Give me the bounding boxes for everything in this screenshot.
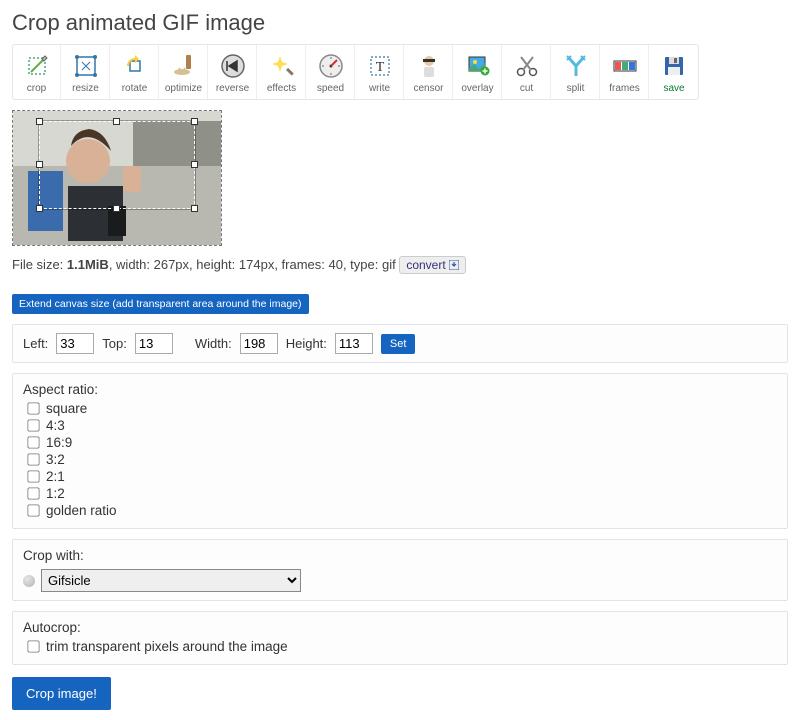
resize-handle-nw[interactable] <box>36 118 43 125</box>
crop-image-button[interactable]: Crop image! <box>12 677 111 710</box>
effects-icon <box>267 51 297 81</box>
tool-label: split <box>567 83 585 94</box>
dimensions-panel: Left: Top: Width: Height: Set <box>12 324 788 363</box>
convert-button[interactable]: convert <box>399 256 465 274</box>
tool-label: censor <box>413 83 443 94</box>
rotate-icon <box>120 51 150 81</box>
tool-label: save <box>663 83 684 94</box>
tool-label: speed <box>317 83 344 94</box>
height-label: Height: <box>286 336 327 351</box>
left-input[interactable] <box>56 333 94 354</box>
tool-overlay[interactable]: overlay <box>454 45 502 99</box>
save-icon <box>659 51 689 81</box>
aspect-checkbox-0[interactable] <box>27 402 39 414</box>
resize-handle-sw[interactable] <box>36 205 43 212</box>
preview-image[interactable] <box>12 110 222 246</box>
top-label: Top: <box>102 336 127 351</box>
tool-censor[interactable]: censor <box>405 45 453 99</box>
cut-icon <box>512 51 542 81</box>
cropwith-title: Crop with: <box>23 548 777 563</box>
resize-handle-w[interactable] <box>36 161 43 168</box>
tool-label: crop <box>27 83 46 94</box>
tool-save[interactable]: save <box>650 45 698 99</box>
download-icon <box>449 260 459 270</box>
tool-label: resize <box>72 83 99 94</box>
aspect-checkbox-6[interactable] <box>27 504 39 516</box>
aspect-label: 16:9 <box>46 435 72 450</box>
autocrop-label: trim transparent pixels around the image <box>46 639 288 654</box>
tool-label: write <box>369 83 390 94</box>
resize-handle-ne[interactable] <box>191 118 198 125</box>
crop-icon <box>22 51 52 81</box>
width-input[interactable] <box>240 333 278 354</box>
file-size: 1.1MiB <box>67 257 109 272</box>
left-label: Left: <box>23 336 48 351</box>
frames-icon <box>610 51 640 81</box>
svg-text:T: T <box>375 60 384 75</box>
tool-effects[interactable]: effects <box>258 45 306 99</box>
tool-speed[interactable]: speed <box>307 45 355 99</box>
tool-label: frames <box>609 83 640 94</box>
tool-optimize[interactable]: optimize <box>160 45 208 99</box>
resize-icon <box>71 51 101 81</box>
reverse-icon <box>218 51 248 81</box>
aspect-label: golden ratio <box>46 503 117 518</box>
tool-label: cut <box>520 83 533 94</box>
aspect-label: square <box>46 401 87 416</box>
aspect-checkbox-4[interactable] <box>27 470 39 482</box>
page-title: Crop animated GIF image <box>12 10 788 36</box>
tool-label: optimize <box>165 83 202 94</box>
aspect-label: 1:2 <box>46 486 65 501</box>
file-dim-info: , width: 267px, height: 174px, frames: 4… <box>109 257 396 272</box>
tool-crop[interactable]: crop <box>13 45 61 99</box>
optimize-icon <box>169 51 199 81</box>
set-button[interactable]: Set <box>381 334 416 354</box>
aspect-label: 2:1 <box>46 469 65 484</box>
autocrop-title: Autocrop: <box>23 620 777 635</box>
autocrop-panel: Autocrop: trim transparent pixels around… <box>12 611 788 665</box>
width-label: Width: <box>195 336 232 351</box>
extend-canvas-button[interactable]: Extend canvas size (add transparent area… <box>12 294 309 314</box>
top-input[interactable] <box>135 333 173 354</box>
write-icon: T <box>365 51 395 81</box>
tool-label: reverse <box>216 83 249 94</box>
aspect-checkbox-2[interactable] <box>27 436 39 448</box>
resize-handle-se[interactable] <box>191 205 198 212</box>
tool-label: overlay <box>461 83 493 94</box>
toolbar: crop resize rotate optimize reverse effects sp… <box>12 44 699 100</box>
aspect-checkbox-1[interactable] <box>27 419 39 431</box>
tool-split[interactable]: split <box>552 45 600 99</box>
autocrop-checkbox[interactable] <box>27 640 39 652</box>
resize-handle-e[interactable] <box>191 161 198 168</box>
height-input[interactable] <box>335 333 373 354</box>
aspect-ratio-panel: Aspect ratio: square 4:3 16:9 3:2 2:1 1:2 gold… <box>12 373 788 529</box>
aspect-checkbox-3[interactable] <box>27 453 39 465</box>
file-info-prefix: File size: <box>12 257 67 272</box>
crop-selection[interactable] <box>39 121 195 209</box>
file-info: File size: 1.1MiB, width: 267px, height:… <box>12 256 788 274</box>
tool-cut[interactable]: cut <box>503 45 551 99</box>
resize-handle-n[interactable] <box>113 118 120 125</box>
aspect-label: 4:3 <box>46 418 65 433</box>
speed-icon <box>316 51 346 81</box>
tool-write[interactable]: Twrite <box>356 45 404 99</box>
tool-label: effects <box>267 83 296 94</box>
resize-handle-s[interactable] <box>113 205 120 212</box>
aspect-ratio-title: Aspect ratio: <box>23 382 777 397</box>
cropwith-panel: Crop with: Gifsicle <box>12 539 788 601</box>
tool-label: rotate <box>122 83 148 94</box>
tool-rotate[interactable]: rotate <box>111 45 159 99</box>
censor-icon <box>414 51 444 81</box>
aspect-checkbox-5[interactable] <box>27 487 39 499</box>
help-icon[interactable] <box>23 575 35 587</box>
aspect-label: 3:2 <box>46 452 65 467</box>
tool-reverse[interactable]: reverse <box>209 45 257 99</box>
overlay-icon <box>463 51 493 81</box>
tool-frames[interactable]: frames <box>601 45 649 99</box>
tool-resize[interactable]: resize <box>62 45 110 99</box>
split-icon <box>561 51 591 81</box>
convert-button-label: convert <box>406 258 445 272</box>
cropwith-select[interactable]: Gifsicle <box>41 569 301 592</box>
